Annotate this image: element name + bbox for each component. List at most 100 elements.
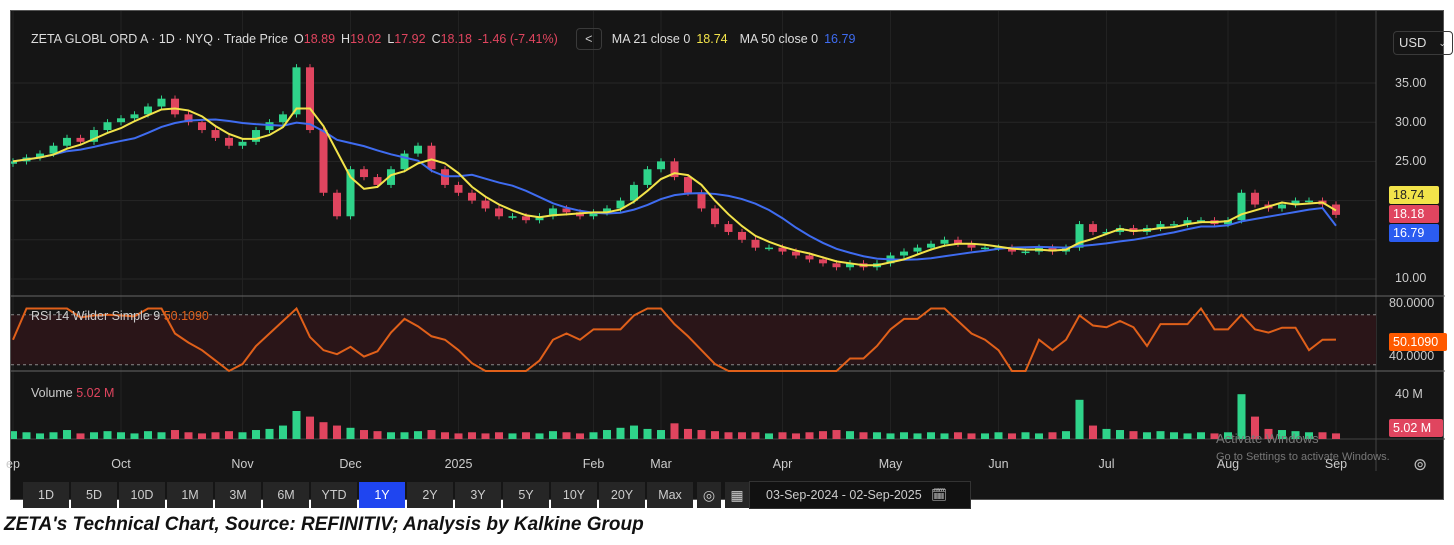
candle-body	[710, 208, 720, 225]
close-price-tag: 18.18	[1389, 205, 1439, 223]
volume-bar	[62, 430, 72, 439]
volume-bar	[224, 431, 234, 439]
candle-body	[508, 216, 517, 218]
volume-bar	[751, 432, 760, 439]
candle-body	[224, 137, 234, 146]
range-button-1d[interactable]: 1D	[23, 482, 69, 508]
volume-bar	[22, 432, 31, 439]
candle-body	[332, 192, 342, 217]
range-button-20y[interactable]: 20Y	[599, 482, 645, 508]
volume-bar	[670, 423, 679, 439]
volume-bar	[1102, 428, 1111, 439]
caption: ZETA's Technical Chart, Source: REFINITI…	[4, 514, 644, 535]
price-legend: ZETA GLOBL ORD A · 1D · NYQ · Trade Pric…	[31, 28, 855, 50]
volume-bar	[184, 432, 193, 439]
candle-body	[130, 114, 139, 119]
volume-bar	[724, 432, 733, 439]
candle-body	[818, 259, 828, 264]
symbol-label: ZETA GLOBL ORD A · 1D · NYQ · Trade Pric…	[31, 32, 289, 46]
volume-bar	[980, 433, 990, 439]
date-range-picker[interactable]: 03-Sep-2024 - 02-Sep-2025 🗓	[749, 481, 971, 509]
volume-bar	[130, 433, 139, 439]
volume-bar	[494, 432, 504, 439]
volume-bar	[103, 431, 112, 439]
volume-bar	[872, 432, 882, 439]
candle-body	[197, 122, 207, 131]
settings-icon[interactable]: ⊚	[1413, 455, 1427, 475]
chart-settings-icon[interactable]: ◎	[697, 482, 721, 508]
low-value: 17.92	[394, 32, 426, 46]
volume-bar	[1034, 433, 1044, 439]
volume-bar	[1115, 430, 1125, 439]
candle-body	[1277, 204, 1287, 209]
currency-select[interactable]: USD ⌄	[1393, 31, 1453, 55]
volume-bar	[1021, 432, 1030, 439]
range-button-1m[interactable]: 1M	[167, 482, 213, 508]
range-button-5d[interactable]: 5D	[71, 482, 117, 508]
volume-bar	[535, 433, 544, 439]
candle-body	[319, 130, 328, 193]
volume-bar	[1196, 432, 1206, 439]
volume-bar	[11, 431, 18, 439]
volume-bar	[292, 411, 301, 439]
volume-bar	[386, 432, 396, 439]
range-button-10y[interactable]: 10Y	[551, 482, 597, 508]
candle-body	[454, 184, 463, 193]
range-button-3m[interactable]: 3M	[215, 482, 261, 508]
volume-bar	[481, 433, 490, 439]
month-label: 2025	[444, 457, 473, 471]
candle-body	[413, 145, 423, 154]
volume-bar	[265, 428, 274, 439]
candle-body	[737, 231, 747, 240]
rsi-label: RSI 14 Wilder Simple 9 50.1090	[31, 309, 209, 323]
candle-body	[764, 247, 774, 250]
currency-value: USD	[1399, 35, 1427, 50]
volume-bar	[656, 430, 666, 439]
price-tick: 30.00	[1395, 115, 1427, 129]
volume-bar	[589, 432, 598, 439]
candle-body	[211, 130, 220, 138]
table-view-icon[interactable]: ▦	[725, 482, 749, 508]
chart-panel[interactable]: ZETA GLOBL ORD A · 1D · NYQ · Trade Pric…	[6, 10, 1453, 509]
rsi-band	[11, 314, 1376, 365]
range-button-ytd[interactable]: YTD	[311, 482, 357, 508]
range-buttons: 1D 5D 10D 1M 3M 6M YTD 1Y 2Y 3Y 5Y 10Y 20Y Max ◎ ▦	[23, 482, 749, 508]
volume-bar	[643, 428, 652, 439]
range-button-10d[interactable]: 10D	[119, 482, 165, 508]
range-button-6m[interactable]: 6M	[263, 482, 309, 508]
range-button-2y[interactable]: 2Y	[407, 482, 453, 508]
range-button-5y[interactable]: 5Y	[503, 482, 549, 508]
volume-bar	[1048, 432, 1057, 439]
volume-bar	[400, 432, 409, 439]
month-label: May	[878, 457, 903, 471]
candle-body	[103, 122, 112, 131]
candle-body	[170, 98, 180, 115]
volume-bar	[467, 432, 477, 439]
range-button-3y[interactable]: 3Y	[455, 482, 501, 508]
collapse-legend-button[interactable]: <	[575, 28, 602, 50]
range-button-max[interactable]: Max	[647, 482, 693, 508]
volume-bar	[575, 433, 585, 439]
chart-canvas[interactable]	[11, 11, 1445, 501]
volume-value: 5.02 M	[76, 386, 115, 400]
volume-bar	[1156, 431, 1165, 439]
month-label: Apr	[772, 457, 793, 471]
volume-bar	[899, 432, 909, 439]
candle-body	[656, 161, 666, 170]
ma21-price-tag: 18.74	[1389, 186, 1439, 204]
candle-body	[683, 177, 693, 193]
candle-body	[481, 200, 490, 209]
candle-body	[913, 247, 922, 252]
candle-body	[116, 118, 126, 123]
volume-bar	[373, 431, 382, 439]
candle-body	[899, 251, 909, 256]
volume-bar	[913, 433, 922, 439]
range-button-1y[interactable]: 1Y	[359, 482, 405, 508]
volume-bar	[116, 432, 126, 439]
high-value: 19.02	[350, 32, 382, 46]
volume-bar	[548, 431, 558, 439]
candle-body	[805, 255, 814, 260]
volume-bar	[143, 431, 153, 439]
candle-body	[521, 216, 531, 221]
candle-body	[751, 239, 760, 248]
